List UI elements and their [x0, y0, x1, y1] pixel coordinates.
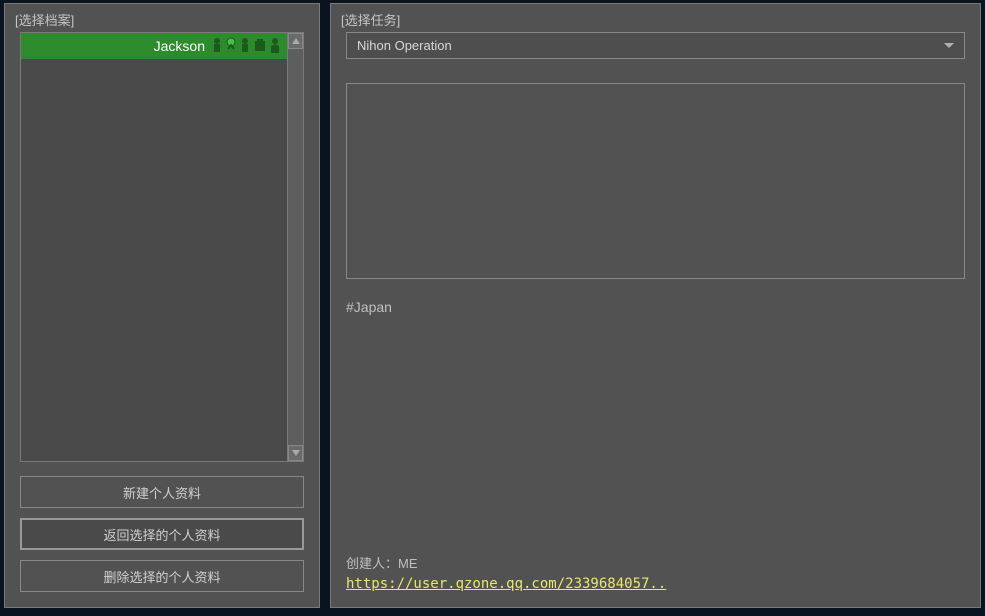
mission-dropdown-label: Nihon Operation — [357, 38, 944, 53]
soldier-icon — [211, 37, 223, 56]
mission-dropdown[interactable]: Nihon Operation — [346, 32, 965, 59]
creator-label: 创建人： — [346, 556, 398, 571]
spacer — [346, 325, 965, 553]
scroll-up-button[interactable] — [288, 33, 303, 49]
mission-hashtag: #Japan — [346, 299, 965, 315]
rank-icon — [226, 37, 236, 56]
profile-scrollbar[interactable] — [287, 33, 303, 461]
profile-row[interactable]: Jackson — [21, 33, 287, 59]
box-icon — [254, 38, 266, 55]
creator-url[interactable]: https://user.qzone.qq.com/2339684057.. — [346, 576, 965, 592]
profile-panel-title: [选择档案] — [15, 10, 74, 29]
back-profile-button[interactable]: 返回选择的个人资料 — [20, 518, 304, 550]
profile-panel: [选择档案] Jackson — [4, 3, 320, 608]
profile-name: Jackson — [27, 38, 211, 54]
new-profile-button[interactable]: 新建个人资料 — [20, 476, 304, 508]
profile-list: Jackson — [20, 32, 304, 462]
profile-list-inner: Jackson — [21, 33, 287, 461]
soldier-icon-2 — [239, 37, 251, 56]
creator-name: ME — [398, 556, 418, 571]
mission-panel-title: [选择任务] — [341, 10, 400, 29]
profile-icons — [211, 37, 281, 56]
soldier-icon-3 — [269, 37, 281, 56]
mission-preview — [346, 83, 965, 279]
scroll-down-button[interactable] — [288, 445, 303, 461]
scroll-track[interactable] — [288, 49, 303, 445]
chevron-down-icon — [944, 43, 954, 48]
delete-profile-button[interactable]: 删除选择的个人资料 — [20, 560, 304, 592]
creator-line: 创建人：ME — [346, 553, 965, 572]
mission-panel: [选择任务] Nihon Operation #Japan 创建人：ME htt… — [330, 3, 981, 608]
